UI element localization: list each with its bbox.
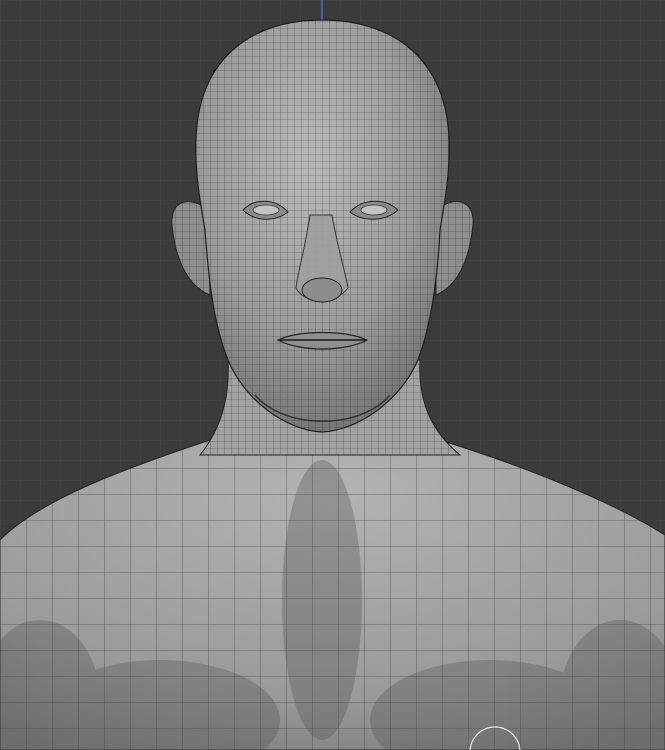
muscle-shading bbox=[282, 460, 362, 740]
viewport-canvas[interactable] bbox=[0, 0, 665, 750]
3d-viewport[interactable] bbox=[0, 0, 665, 750]
